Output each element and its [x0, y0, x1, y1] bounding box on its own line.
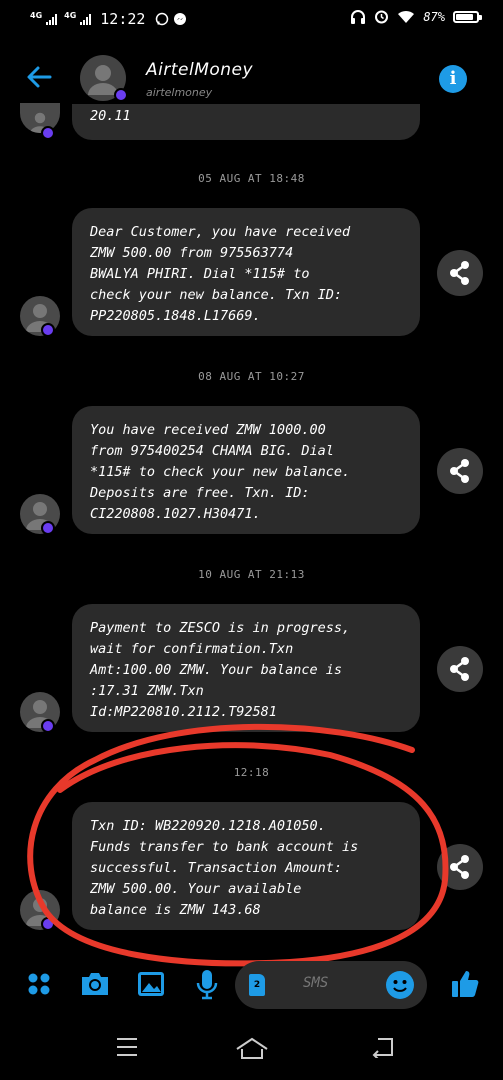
messenger-badge-icon — [114, 88, 128, 102]
share-icon[interactable] — [437, 448, 483, 494]
message-line: Txn ID: WB220920.1218.A01050. — [90, 818, 326, 834]
message-line: check your new balance. Txn ID: — [90, 287, 342, 303]
messenger-badge-icon — [41, 917, 55, 931]
message-line: wait for confirmation.Txn — [90, 641, 294, 657]
messenger-badge-icon — [41, 126, 55, 140]
camera-icon[interactable] — [78, 967, 112, 1001]
battery-icon — [453, 10, 482, 23]
message-line: Payment to ZESCO is in progress, — [90, 620, 351, 636]
system-navigation-bar — [0, 1020, 503, 1080]
share-icon[interactable] — [437, 646, 483, 692]
signal-icon-1 — [46, 13, 58, 25]
message-line: :17.31 ZMW.Txn — [90, 683, 204, 699]
clock: 12:22 — [100, 10, 146, 28]
messenger-badge-icon — [41, 323, 55, 337]
messenger-badge-icon — [41, 719, 55, 733]
date-separator: 05 AUG AT 18:48 — [198, 172, 305, 185]
message-line: ZMW 500.00. Your available — [90, 881, 302, 897]
conversation-header: AirtelMoney airtelmoney i — [0, 40, 503, 114]
message-line: Deposits are free. Txn. ID: — [90, 485, 310, 501]
messenger-badge-icon — [41, 521, 55, 535]
share-icon[interactable] — [437, 250, 483, 296]
signal-icon-2 — [80, 13, 92, 25]
back-arrow-icon[interactable] — [22, 60, 56, 94]
message-line: Funds transfer to bank account is — [90, 839, 359, 855]
whatsapp-icon — [156, 12, 169, 26]
sim-selector-icon[interactable]: 2 — [249, 974, 265, 996]
message-input-placeholder: SMS — [303, 975, 329, 991]
contact-handle: airtelmoney — [146, 86, 213, 99]
home-icon[interactable] — [234, 1036, 270, 1060]
emoji-icon[interactable] — [385, 970, 415, 1000]
status-bar: 4G 4G 12:22 87% — [0, 0, 503, 40]
info-icon[interactable]: i — [439, 65, 467, 93]
battery-percent: 87% — [423, 9, 445, 24]
apps-grid-icon[interactable] — [22, 967, 56, 1001]
message-bubble[interactable]: You have received ZMW 1000.00 from 97540… — [72, 406, 420, 534]
message-text: 20.11 — [90, 108, 131, 124]
network-type-1: 4G — [30, 10, 43, 20]
message-bubble-previous[interactable]: 20.11 — [72, 104, 420, 140]
thumbs-up-icon[interactable] — [448, 967, 482, 1001]
contact-name[interactable]: AirtelMoney — [146, 60, 253, 80]
message-line: from 975400254 CHAMA BIG. Dial — [90, 443, 334, 459]
back-icon[interactable] — [370, 1036, 396, 1058]
microphone-icon[interactable] — [190, 967, 224, 1001]
messenger-icon — [174, 13, 187, 25]
message-line: successful. Transaction Amount: — [90, 860, 342, 876]
message-bubble[interactable]: Txn ID: WB220920.1218.A01050. Funds tran… — [72, 802, 420, 930]
message-line: Amt:100.00 ZMW. Your balance is — [90, 662, 342, 678]
status-right: 87% — [350, 9, 482, 24]
message-line: ZMW 500.00 from 975563774 — [90, 245, 294, 261]
message-line: Dear Customer, you have received — [90, 224, 351, 240]
recent-apps-icon[interactable] — [115, 1036, 139, 1058]
message-line: Id:MP220810.2112.T92581 — [90, 704, 277, 720]
message-bubble[interactable]: Payment to ZESCO is in progress, wait fo… — [72, 604, 420, 732]
message-line: BWALYA PHIRI. Dial *115# to — [90, 266, 310, 282]
message-line: You have received ZMW 1000.00 — [90, 422, 326, 438]
date-separator: 08 AUG AT 10:27 — [198, 370, 305, 383]
message-bubble[interactable]: Dear Customer, you have received ZMW 500… — [72, 208, 420, 336]
message-input[interactable]: 2 SMS — [235, 961, 427, 1009]
headphones-icon — [351, 9, 366, 24]
status-left: 4G 4G 12:22 — [30, 10, 187, 28]
message-line: balance is ZMW 143.68 — [90, 902, 261, 918]
alarm-icon — [375, 10, 389, 24]
network-type-2: 4G — [64, 10, 77, 20]
gallery-icon[interactable] — [134, 967, 168, 1001]
wifi-icon — [398, 10, 415, 23]
composer-bar: 2 SMS — [0, 955, 503, 1015]
message-line: *115# to check your new balance. — [90, 464, 351, 480]
message-line: PP220805.1848.L17669. — [90, 308, 261, 324]
share-icon[interactable] — [437, 844, 483, 890]
date-separator: 12:18 — [233, 766, 270, 779]
date-separator: 10 AUG AT 21:13 — [198, 568, 305, 581]
message-line: CI220808.1027.H30471. — [90, 506, 261, 522]
